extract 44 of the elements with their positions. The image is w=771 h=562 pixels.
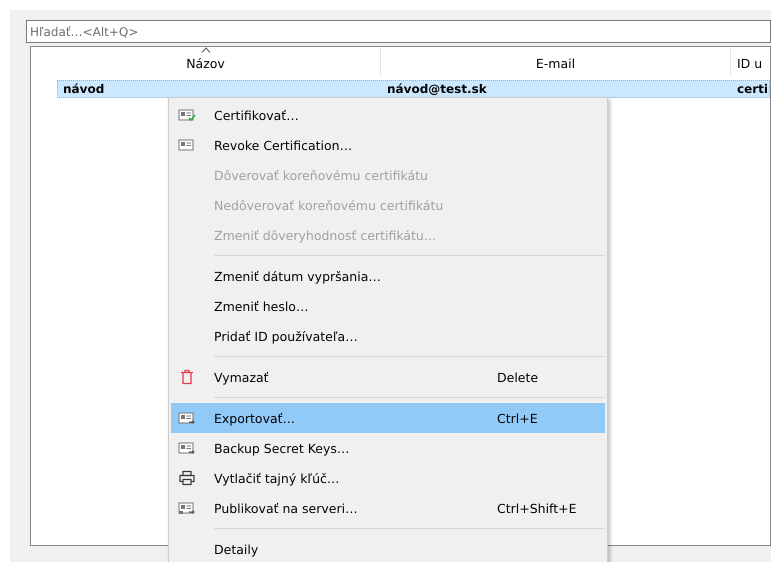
column-header[interactable]: ID u <box>731 47 770 76</box>
certificate-export-icon <box>178 411 196 425</box>
certificate-icon <box>178 138 196 152</box>
shortcut-text: Ctrl+E <box>497 410 538 426</box>
menu-label: Vymazať <box>214 370 270 384</box>
shortcut-text: Ctrl+Shift+E <box>497 500 576 516</box>
table-cell-text: návod@test.sk <box>386 82 488 96</box>
menu-label: Revoke Certification… <box>214 138 354 152</box>
menu-label: Zmeniť dátum vypršania… <box>214 268 382 284</box>
certificate-export-icon <box>178 441 196 455</box>
menu-item[interactable]: Vymazať Delete <box>171 362 605 392</box>
menu-label: Exportovať… <box>214 410 296 426</box>
search-field[interactable]: Hľadať…<Alt+Q> <box>26 20 771 43</box>
menu-label: Vytlačiť tajný kľúč… <box>214 470 340 486</box>
column-header[interactable]: E-mail <box>381 47 731 76</box>
sort-caret-icon <box>200 47 210 53</box>
table-cell-text: návod <box>62 82 106 96</box>
menu-item[interactable]: Detaily <box>171 534 605 562</box>
trash-icon <box>178 369 196 385</box>
column-header[interactable]: Názov <box>31 47 381 76</box>
menu-item[interactable]: Publikovať na serveri… Ctrl+Shift+E <box>171 493 605 523</box>
menu-label: Pridať ID používateľa… <box>214 328 359 344</box>
menu-label: Zmeniť heslo… <box>214 298 310 314</box>
menu-label: Nedôverovať koreňovému certifikátu <box>214 198 444 212</box>
menu-label: Detaily <box>214 542 260 556</box>
menu-item[interactable]: Exportovať… Ctrl+E <box>171 403 605 433</box>
certificate-upload-icon <box>178 501 196 515</box>
menu-label: Dôverovať koreňovému certifikátu <box>214 168 429 182</box>
menu-label: Certifikovať… <box>214 108 300 122</box>
menu-item[interactable]: Zmeniť heslo… <box>171 291 605 321</box>
table-row[interactable]: návod návod@test.sk certi <box>57 80 770 98</box>
menu-item[interactable]: Backup Secret Keys… <box>171 433 605 463</box>
table-cell-text: certi <box>736 82 769 96</box>
certificate-check-icon <box>178 108 196 122</box>
menu-label: Zmeniť dôveryhodnosť certifikátu… <box>214 228 438 242</box>
menu-item[interactable]: Certifikovať… <box>171 100 605 130</box>
menu-item[interactable]: Revoke Certification… <box>171 130 605 160</box>
shortcut-text: Delete <box>497 370 538 384</box>
menu-item[interactable]: Pridať ID používateľa… <box>171 321 605 351</box>
menu-label: Publikovať na serveri… <box>214 500 359 516</box>
menu-item[interactable]: Vytlačiť tajný kľúč… <box>171 463 605 493</box>
printer-icon <box>178 470 196 486</box>
menu-item[interactable]: Zmeniť dátum vypršania… <box>171 261 605 291</box>
menu-label: Backup Secret Keys… <box>214 440 350 456</box>
